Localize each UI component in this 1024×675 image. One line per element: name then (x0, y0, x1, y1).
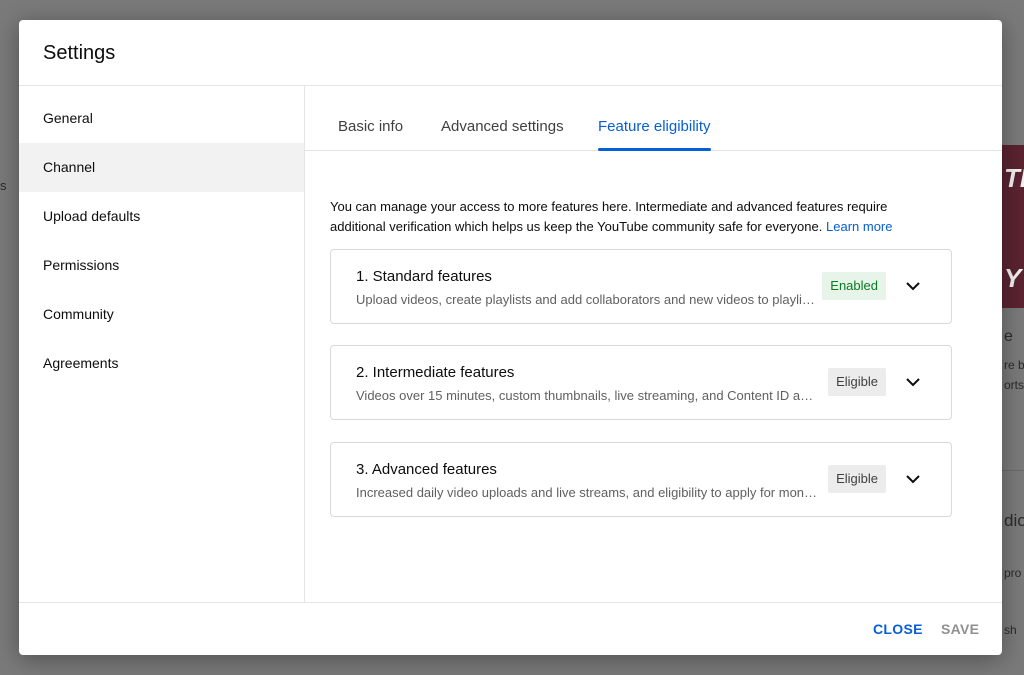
dialog-header: Settings (19, 20, 1002, 86)
tab-label: Basic info (338, 118, 404, 135)
tab-advanced-settings[interactable]: Advanced settings (441, 86, 564, 150)
tab-feature-eligibility[interactable]: Feature eligibility (598, 86, 711, 151)
main-content: Basic info Advanced settings Feature eli… (305, 86, 1002, 602)
feature-card-standard[interactable]: 1. Standard features Upload videos, crea… (330, 249, 952, 324)
nav-item-label: Permissions (43, 257, 120, 273)
background-thumbnail-text: Y (1004, 263, 1022, 293)
nav-item-channel[interactable]: Channel (19, 143, 304, 192)
nav-item-label: Upload defaults (43, 208, 141, 224)
feature-title: 2. Intermediate features (356, 364, 515, 381)
close-button[interactable]: CLOSE (873, 621, 923, 637)
active-tab-indicator (598, 148, 711, 151)
tab-basic-info[interactable]: Basic info (338, 86, 404, 150)
status-badge: Enabled (822, 272, 886, 300)
nav-item-label: Agreements (43, 355, 119, 371)
status-badge: Eligible (828, 368, 886, 396)
background-text: sh (1004, 623, 1017, 637)
nav-item-community[interactable]: Community (19, 290, 304, 339)
feature-description: Increased daily video uploads and live s… (356, 485, 818, 500)
background-text: e (1004, 328, 1013, 345)
chevron-down-icon[interactable] (903, 469, 923, 489)
background-thumbnail-text: TH (1004, 163, 1024, 193)
settings-nav: General Channel Upload defaults Permissi… (19, 86, 305, 602)
tab-label: Feature eligibility (598, 118, 711, 135)
dialog-title: Settings (43, 42, 116, 64)
feature-card-intermediate[interactable]: 2. Intermediate features Videos over 15 … (330, 345, 952, 420)
feature-description: Upload videos, create playlists and add … (356, 292, 818, 307)
background-thumbnail: TH Y (1002, 145, 1024, 308)
learn-more-link[interactable]: Learn more (826, 219, 892, 234)
nav-item-permissions[interactable]: Permissions (19, 241, 304, 290)
background-card (1002, 470, 1024, 621)
background-text: s (0, 178, 7, 193)
intro-text: You can manage your access to more featu… (330, 197, 930, 237)
background-text: re ba (1004, 358, 1024, 372)
status-badge: Eligible (828, 465, 886, 493)
intro-description: You can manage your access to more featu… (330, 199, 888, 234)
background-text: orts (1004, 378, 1024, 392)
tab-label: Advanced settings (441, 118, 564, 135)
dialog-footer: CLOSE SAVE (19, 602, 1002, 655)
save-button[interactable]: SAVE (941, 621, 979, 637)
chevron-down-icon[interactable] (903, 276, 923, 296)
nav-item-upload-defaults[interactable]: Upload defaults (19, 192, 304, 241)
tab-bar: Basic info Advanced settings Feature eli… (305, 86, 1002, 151)
nav-item-label: Community (43, 306, 114, 322)
nav-item-label: General (43, 110, 93, 126)
nav-item-general[interactable]: General (19, 94, 304, 143)
settings-dialog: Settings General Channel Upload defaults… (19, 20, 1002, 655)
chevron-down-icon[interactable] (903, 372, 923, 392)
background-text: pro (1004, 566, 1022, 580)
nav-item-label: Channel (43, 159, 96, 175)
nav-item-agreements[interactable]: Agreements (19, 339, 304, 388)
feature-description: Videos over 15 minutes, custom thumbnail… (356, 388, 818, 403)
background-text: dio (1004, 511, 1024, 530)
feature-title: 1. Standard features (356, 268, 492, 285)
feature-title: 3. Advanced features (356, 461, 497, 478)
feature-card-advanced[interactable]: 3. Advanced features Increased daily vid… (330, 442, 952, 517)
